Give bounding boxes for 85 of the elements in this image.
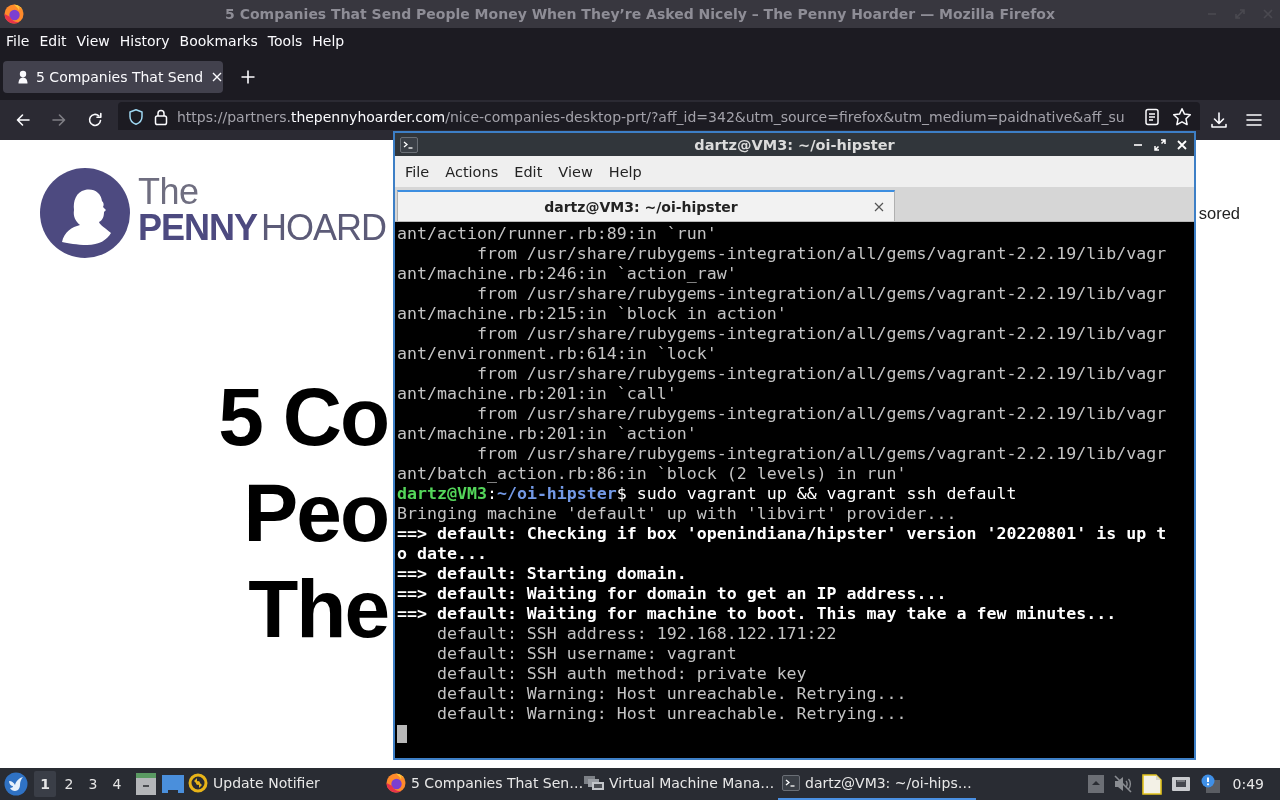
- window-title: 5 Companies That Send People Money When They’re Asked Nicely – The Penny Hoarder — Mozilla Firefox: [224, 6, 1056, 22]
- menu-item[interactable]: Actions: [437, 161, 507, 182]
- taskbar-task[interactable]: 5 Companies That Sen…: [382, 768, 580, 800]
- person-icon: [18, 70, 28, 84]
- file-cabinet-icon[interactable]: [136, 773, 156, 795]
- terminal-line: ant/machine.rb:201:in `call': [397, 384, 678, 404]
- star-icon[interactable]: [1172, 107, 1192, 127]
- terminal-line: ==> default: Starting domain.: [397, 564, 688, 584]
- taskbar-task[interactable]: Update Notifier: [184, 768, 382, 800]
- menu-item[interactable]: Tools: [262, 31, 308, 51]
- terminal-line: ant/environment.rb:614:in `lock': [397, 344, 718, 364]
- close-icon[interactable]: [211, 71, 224, 83]
- terminal-line: ==> default: Waiting for domain to get an IP address...: [397, 584, 948, 604]
- terminal-line: default: Warning: Host unreachable. Retrying...: [435, 704, 908, 724]
- plus-icon[interactable]: [240, 69, 256, 85]
- terminal-icon: [782, 775, 800, 791]
- download-icon[interactable]: [1210, 111, 1228, 129]
- headline-text: 5 Co: [218, 370, 388, 464]
- update-icon: [188, 773, 208, 793]
- terminal-line: ==> default: Checking if box 'openindiana/hipster' version '20220801' is up t: [397, 524, 1168, 544]
- menu-item[interactable]: Edit: [506, 161, 551, 182]
- terminal-line: default: SSH auth method: private key: [435, 664, 808, 684]
- terminal-line: ant/action/runner.rb:89:in `run': [397, 224, 718, 244]
- logo-text: PENNY: [138, 209, 258, 247]
- terminal-icon[interactable]: [400, 136, 418, 153]
- menu-item[interactable]: View: [550, 161, 601, 182]
- taskbar-task[interactable]: dartz@VM3: ~/oi-hips…: [778, 768, 976, 800]
- menu-item[interactable]: File: [1, 31, 35, 51]
- firefox-logo-icon: [386, 773, 406, 793]
- speaker-muted-icon[interactable]: [1112, 775, 1133, 793]
- workspace-button[interactable]: 4: [106, 771, 128, 797]
- workspace-button[interactable]: 3: [82, 771, 104, 797]
- window-title: dartz@VM3: ~/oi-hipster: [693, 136, 896, 153]
- terminal-line: default: SSH address: 192.168.122.171:22: [435, 624, 838, 644]
- menu-item[interactable]: Edit: [34, 31, 72, 51]
- firefox-logo-icon: [4, 4, 24, 24]
- logo-text: HOARD: [261, 209, 387, 247]
- shield-icon[interactable]: [127, 108, 145, 126]
- terminal-line: ant/batch_action.rb:86:in `block (2 levels) in run': [397, 464, 908, 484]
- terminal-line: ant/machine.rb:215:in `block in action': [397, 304, 788, 324]
- alert-icon[interactable]: [1199, 774, 1220, 794]
- headline-text: The: [248, 562, 388, 656]
- start-menu-icon[interactable]: [4, 772, 28, 796]
- logo-text: The: [138, 175, 200, 209]
- maximize-icon[interactable]: [1154, 138, 1166, 151]
- terminal-line: ant/machine.rb:201:in `action': [397, 424, 698, 444]
- network-icon[interactable]: [1170, 775, 1191, 793]
- portrait-logo-icon: [40, 168, 130, 258]
- terminal-line: from /usr/share/rubygems-integration/all/gems/vagrant-2.2.19/lib/vagr: [475, 324, 1168, 344]
- menu-item[interactable]: Help: [600, 161, 650, 182]
- headline-text: Peo: [243, 466, 388, 560]
- menu-item[interactable]: View: [71, 31, 115, 51]
- terminal-line: default: Warning: Host unreachable. Retrying...: [435, 684, 908, 704]
- terminal-line: from /usr/share/rubygems-integration/all/gems/vagrant-2.2.19/lib/vagr: [475, 404, 1168, 424]
- menu-item[interactable]: Bookmarks: [174, 31, 263, 51]
- terminal-line: from /usr/share/rubygems-integration/all/gems/vagrant-2.2.19/lib/vagr: [475, 284, 1168, 304]
- desktop-icon[interactable]: [162, 775, 184, 793]
- terminal-line: Bringing machine 'default' up with 'libvirt' provider...: [397, 504, 958, 524]
- terminal-line: from /usr/share/rubygems-integration/all/gems/vagrant-2.2.19/lib/vagr: [475, 364, 1168, 384]
- menu-item[interactable]: History: [114, 31, 175, 51]
- terminal-line: default: SSH username: vagrant: [435, 644, 738, 664]
- terminal-line: ant/machine.rb:246:in `action_raw': [397, 264, 738, 284]
- back-arrow-icon[interactable]: [14, 111, 32, 129]
- terminal-line: from /usr/share/rubygems-integration/all/gems/vagrant-2.2.19/lib/vagr: [475, 444, 1168, 464]
- terminal-line: o date...: [397, 544, 488, 564]
- lock-icon[interactable]: [153, 108, 169, 126]
- workspace-button[interactable]: 2: [58, 771, 80, 797]
- monitor-stack-icon: [584, 775, 604, 791]
- terminal-tab[interactable]: dartz@VM3: ~/oi-hipster: [397, 190, 895, 221]
- clock-text: 0:49: [1232, 776, 1264, 792]
- address-field[interactable]: https://partners.thepennyhoarder.com/nice-companies-desktop-prt/?aff_id=342&utm_source=firefox&utm_medium=paidnative&aff_su: [118, 102, 1200, 130]
- terminal-line: from /usr/share/rubygems-integration/all/gems/vagrant-2.2.19/lib/vagr: [475, 244, 1168, 264]
- workspace-button[interactable]: 1: [34, 771, 56, 797]
- menu-item[interactable]: Help: [307, 31, 350, 51]
- menu-icon[interactable]: [1246, 113, 1262, 127]
- browser-tab[interactable]: 5 Companies That Send: [3, 61, 223, 93]
- terminal-cursor: [397, 725, 407, 743]
- sponsor-label: sored: [1198, 203, 1240, 223]
- reload-icon[interactable]: [86, 111, 104, 129]
- menu-item[interactable]: File: [397, 161, 438, 182]
- reader-view-icon[interactable]: [1144, 108, 1160, 126]
- clipboard-icon[interactable]: [1141, 773, 1162, 795]
- terminal-line: ==> default: Waiting for machine to boot. This may take a few minutes...: [397, 604, 1118, 624]
- prompt-line: dartz@VM3:~/oi-hipster$ sudo vagrant up && vagrant ssh default: [397, 484, 1018, 504]
- close-icon[interactable]: [874, 201, 884, 212]
